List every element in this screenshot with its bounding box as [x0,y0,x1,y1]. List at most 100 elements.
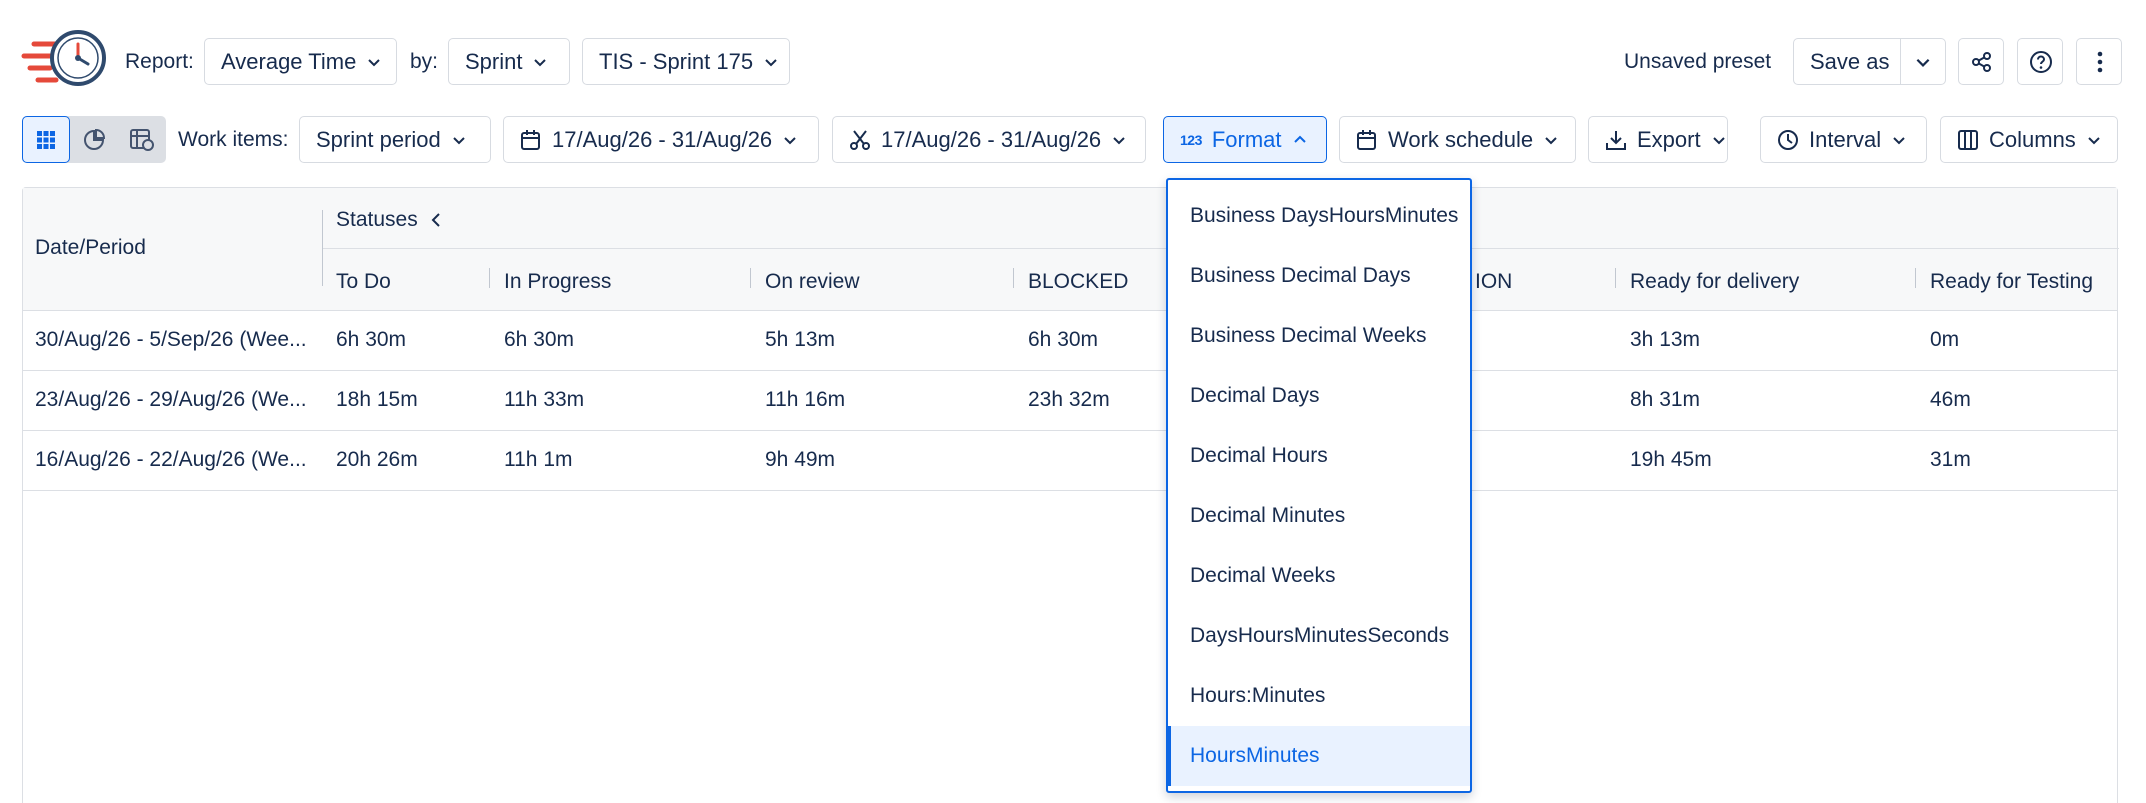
chart-view-button[interactable] [70,116,118,163]
column-separator [1915,268,1916,288]
trim-range-value: 17/Aug/26 - 31/Aug/26 [881,126,1102,152]
report-type-value: Average Time [221,48,357,74]
calendar-icon [521,129,540,150]
work-schedule-button[interactable]: Work schedule [1339,116,1576,163]
format-option[interactable]: Business DaysHoursMinutes [1168,186,1470,246]
chevron-up-icon [1293,135,1306,143]
chevron-down-icon [784,136,796,144]
value-cell: 31m [1930,448,1971,471]
format-option[interactable]: Hours:Minutes [1168,666,1470,726]
format-label: Format [1211,126,1282,152]
date-range-value: 17/Aug/26 - 31/Aug/26 [552,126,773,152]
format-option[interactable]: Decimal Minutes [1168,486,1470,546]
value-cell: 11h 33m [504,388,585,411]
format-option[interactable]: Decimal Hours [1168,426,1470,486]
period-cell: 30/Aug/26 - 5/Sep/26 (Wee... [35,328,307,351]
columns-button[interactable]: Columns [1940,116,2118,163]
interval-button[interactable]: Interval [1760,116,1927,163]
value-cell: 18h 15m [336,388,418,411]
column-header[interactable]: ION [1475,270,1512,294]
report-label: Report: [125,50,194,73]
format-button[interactable]: 123 Format [1163,116,1327,163]
value-cell: 3h 13m [1630,328,1701,351]
value-cell: 6h 30m [504,328,575,351]
view-mode-switcher [22,116,166,163]
chevron-down-icon [453,136,465,144]
value-cell: 19h 45m [1630,448,1712,471]
column-header[interactable]: On review [765,270,860,294]
column-header[interactable]: Ready for delivery [1630,270,1799,294]
more-options-button[interactable] [2076,38,2122,85]
value-cell: 8h 31m [1630,388,1701,411]
date-range-picker[interactable]: 17/Aug/26 - 31/Aug/26 [503,116,819,163]
format-option[interactable]: DaysHoursMinutesSeconds [1168,606,1470,666]
chevron-down-icon [2088,136,2100,144]
table-row[interactable]: 23/Aug/26 - 29/Aug/26 (We... 18h 15m 11h… [23,371,2117,431]
interval-label: Interval [1809,126,1882,152]
format-option-selected[interactable]: HoursMinutes [1168,726,1470,786]
sprint-select[interactable]: TIS - Sprint 175 [582,38,790,85]
trim-range-picker[interactable]: 17/Aug/26 - 31/Aug/26 [832,116,1146,163]
column-header[interactable]: BLOCKED [1028,270,1128,294]
help-icon [2030,50,2052,73]
work-items-label: Work items: [178,128,289,151]
pivot-view-button[interactable] [118,116,166,163]
chevron-down-icon [1916,58,1930,67]
chevron-down-icon [1893,136,1905,144]
save-options-button[interactable] [1900,38,1946,85]
sprint-value: TIS - Sprint 175 [599,48,754,74]
statuses-header-label: Statuses [336,208,418,231]
column-header[interactable]: In Progress [504,270,611,294]
table-row[interactable]: 30/Aug/26 - 5/Sep/26 (Wee... 6h 30m 6h 3… [23,311,2117,371]
chevron-down-icon [1113,136,1125,144]
value-cell: 9h 49m [765,448,836,471]
format-dropdown-menu: Business DaysHoursMinutes Business Decim… [1166,178,1472,793]
format-option[interactable]: Decimal Days [1168,366,1470,426]
date-period-header[interactable]: Date/Period [35,236,146,260]
period-cell: 23/Aug/26 - 29/Aug/26 (We... [35,388,307,411]
value-cell: 46m [1930,388,1971,411]
group-by-value: Sprint [465,48,523,74]
chevron-down-icon [368,58,381,66]
format-option[interactable]: Business Decimal Weeks [1168,306,1470,366]
column-header[interactable]: Ready for Testing [1930,270,2093,294]
work-items-select[interactable]: Sprint period [299,116,491,163]
export-button[interactable]: Export [1588,116,1728,163]
chevron-left-icon [431,213,440,227]
chevron-down-icon [765,58,777,66]
share-button[interactable] [1958,38,2004,85]
column-separator [489,268,490,288]
grid-view-button[interactable] [22,116,70,163]
format-option[interactable]: Business Decimal Days [1168,246,1470,306]
app-logo [20,26,110,96]
column-separator [1013,268,1014,288]
report-type-select[interactable]: Average Time [204,38,397,85]
save-as-button[interactable]: Save as [1793,38,1901,85]
table-header: Date/Period Statuses To Do In Progress O… [23,188,2119,311]
scissors-icon [850,129,870,150]
value-cell: 11h 16m [765,388,846,411]
share-icon [1972,51,1991,72]
save-as-label: Save as [1810,48,1890,74]
columns-icon [1958,129,1978,150]
table-row[interactable]: 16/Aug/26 - 22/Aug/26 (We... 20h 26m 11h… [23,431,2117,491]
statuses-group-header[interactable]: Statuses [336,208,442,232]
columns-label: Columns [1989,126,2076,152]
value-cell: 0m [1930,328,1960,351]
value-cell: 11h 1m [504,448,573,471]
period-cell: 16/Aug/26 - 22/Aug/26 (We... [35,448,307,471]
help-button[interactable] [2017,38,2063,85]
format-option[interactable]: Decimal Weeks [1168,546,1470,606]
calendar-icon [1357,129,1376,150]
preset-status: Unsaved preset [1624,50,1772,73]
by-label: by: [410,50,439,73]
value-cell: 20h 26m [336,448,418,471]
group-by-select[interactable]: Sprint [448,38,570,85]
work-schedule-label: Work schedule [1388,126,1534,152]
column-header[interactable]: To Do [336,270,391,294]
pie-chart-icon [84,128,105,150]
number-format-icon: 123 [1180,131,1202,148]
clock-icon [1778,129,1798,150]
download-icon [1606,130,1626,150]
value-cell: 6h 30m [336,328,407,351]
